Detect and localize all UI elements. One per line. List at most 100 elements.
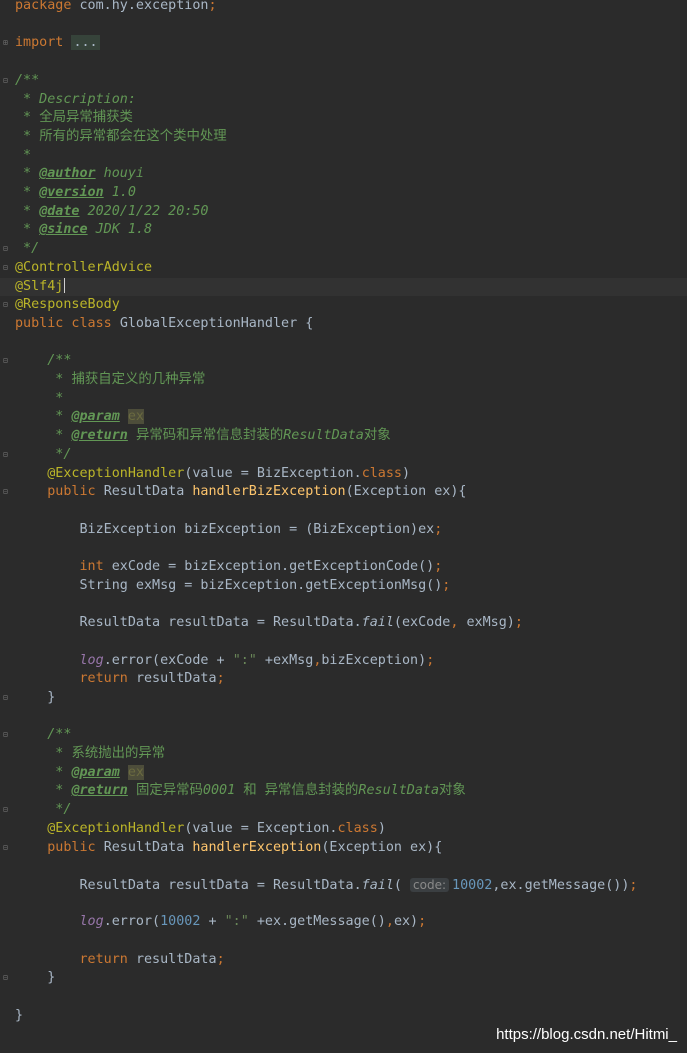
code-text: * @param ex	[15, 764, 144, 783]
code-line[interactable]	[0, 16, 687, 35]
code-line[interactable]: int exCode = bizException.getExceptionCo…	[0, 558, 687, 577]
code-text: }	[15, 969, 55, 988]
code-line[interactable]: ⊟ */	[0, 446, 687, 465]
code-line[interactable]: *	[0, 390, 687, 409]
fold-collapse-icon[interactable]: ⊟	[3, 731, 11, 739]
code-token: ;	[418, 914, 427, 930]
code-token: (Exception ex){	[321, 839, 443, 855]
code-text: * @author houyi	[15, 165, 144, 184]
code-line[interactable]: * 系统抛出的异常	[0, 745, 687, 764]
code-line[interactable]: * 全局异常捕获类	[0, 109, 687, 128]
code-text: int exCode = bizException.getExceptionCo…	[15, 558, 442, 577]
code-editor[interactable]: package com.hy.exception; ⊞ import ... ⊟ /**…	[0, 0, 687, 1053]
fold-collapse-icon[interactable]: ⊟	[3, 76, 11, 85]
code-token: ;	[434, 559, 443, 574]
code-line[interactable]: return resultData;	[0, 951, 687, 970]
code-text: * @version 1.0	[15, 184, 136, 203]
code-text: */	[15, 446, 71, 465]
code-line[interactable]: ⊟ /**	[0, 72, 687, 91]
code-line[interactable]: ⊟ @ControllerAdvice	[0, 259, 687, 278]
code-token: */	[15, 802, 72, 818]
code-token: ResultData	[103, 484, 193, 500]
code-line[interactable]: @Slf4j	[0, 277, 687, 297]
code-line[interactable]: * @param ex	[0, 408, 687, 427]
code-line[interactable]: * 所有的异常都会在这个类中处理	[0, 128, 687, 147]
fold-collapse-icon[interactable]: ⊟	[3, 693, 11, 702]
code-line[interactable]	[0, 988, 687, 1007]
code-line[interactable]	[0, 595, 687, 614]
code-line[interactable]: * Description:	[0, 91, 687, 110]
code-line[interactable]	[0, 895, 687, 914]
code-token: GlobalExceptionHandler {	[119, 315, 314, 331]
code-token: @param	[71, 409, 120, 425]
code-line[interactable]: @ExceptionHandler(value = BizException.c…	[0, 465, 687, 484]
code-line[interactable]: *	[0, 147, 687, 166]
code-line[interactable]: * @return 固定异常码0001 和 异常信息封装的ResultData对…	[0, 782, 687, 801]
code-line[interactable]: * @author houyi	[0, 165, 687, 184]
code-line[interactable]: * @param ex	[0, 764, 687, 783]
code-line[interactable]: ⊟ */	[0, 801, 687, 820]
fold-collapse-icon[interactable]: ⊟	[3, 488, 11, 496]
code-text: /**	[15, 726, 71, 745]
code-line[interactable]	[0, 334, 687, 353]
code-line[interactable]: ⊟ */	[0, 240, 687, 259]
code-line[interactable]	[0, 932, 687, 951]
fold-collapse-icon[interactable]: ⊟	[3, 357, 11, 365]
code-line[interactable]: ⊟ /**	[0, 726, 687, 745]
code-line[interactable]	[0, 502, 687, 521]
code-line[interactable]: String exMsg = bizException.getException…	[0, 577, 687, 596]
code-line[interactable]: ⊟ public ResultData handlerBizException(…	[0, 483, 687, 502]
code-line[interactable]: * @version 1.0	[0, 184, 687, 203]
code-token: @return	[71, 783, 128, 799]
code-text: public ResultData handlerException(Excep…	[15, 839, 442, 858]
code-line[interactable]: ⊟ @ResponseBody	[0, 296, 687, 315]
code-line[interactable]: ResultData resultData = ResultData.fail(…	[0, 876, 687, 895]
code-token: *	[15, 185, 40, 200]
fold-collapse-icon[interactable]: ⊟	[3, 806, 11, 814]
code-token: @version	[39, 185, 104, 200]
code-line[interactable]: return resultData;	[0, 670, 687, 689]
fold-collapse-icon[interactable]: ⊟	[3, 974, 11, 982]
fold-collapse-icon[interactable]: ⊟	[3, 843, 11, 852]
code-token: */	[15, 446, 72, 462]
fold-collapse-icon[interactable]: ⊟	[3, 450, 11, 459]
code-line[interactable]: ⊟ }	[0, 969, 687, 988]
code-token: /**	[15, 353, 72, 369]
fold-collapse-icon[interactable]: ⊟	[3, 245, 11, 253]
code-text: BizException bizException = (BizExceptio…	[15, 521, 442, 540]
fold-collapse-icon[interactable]: ⊟	[3, 263, 11, 272]
code-line[interactable]	[0, 539, 687, 558]
code-token: }	[15, 689, 56, 705]
code-token: public	[15, 484, 104, 500]
fold-expand-icon[interactable]: ⊞	[3, 39, 11, 47]
code-line[interactable]: log.error(exCode + ":" +exMsg,bizExcepti…	[0, 652, 687, 671]
code-line[interactable]	[0, 708, 687, 727]
fold-collapse-icon[interactable]: ⊟	[3, 301, 11, 309]
parameter-hint: code:	[410, 877, 450, 892]
code-text: /**	[15, 352, 71, 371]
code-line[interactable]: ⊟ public ResultData handlerException(Exc…	[0, 839, 687, 858]
code-line[interactable]: ⊟ }	[0, 689, 687, 708]
code-token: exMsg)	[466, 615, 515, 631]
code-token: ;	[426, 652, 435, 668]
code-line[interactable]	[0, 857, 687, 876]
code-line[interactable]: @ExceptionHandler(value = Exception.clas…	[0, 820, 687, 839]
code-token: return	[15, 671, 136, 687]
code-text: @ControllerAdvice	[15, 259, 152, 278]
code-line[interactable]: * 捕获自定义的几种异常	[0, 371, 687, 390]
code-text: ResultData resultData = ResultData.fail(…	[15, 876, 637, 896]
code-line[interactable]	[0, 633, 687, 652]
code-line[interactable]: }	[0, 1007, 687, 1026]
code-line[interactable]: BizException bizException = (BizExceptio…	[0, 521, 687, 540]
code-line[interactable]: * @date 2020/1/22 20:50	[0, 203, 687, 222]
code-line[interactable]: ResultData resultData = ResultData.fail(…	[0, 614, 687, 633]
code-line[interactable]: ⊞ import ...	[0, 34, 687, 53]
code-line[interactable]: package com.hy.exception;	[0, 0, 687, 16]
code-token: (value = Exception.	[184, 820, 338, 836]
code-line[interactable]: log.error(10002 + ":" +ex.getMessage(),e…	[0, 913, 687, 932]
code-line[interactable]: public class GlobalExceptionHandler {	[0, 315, 687, 334]
code-line[interactable]: ⊟ /**	[0, 352, 687, 371]
code-line[interactable]	[0, 53, 687, 72]
code-line[interactable]: * @return 异常码和异常信息封装的ResultData对象	[0, 427, 687, 446]
code-line[interactable]: * @since JDK 1.8	[0, 221, 687, 240]
